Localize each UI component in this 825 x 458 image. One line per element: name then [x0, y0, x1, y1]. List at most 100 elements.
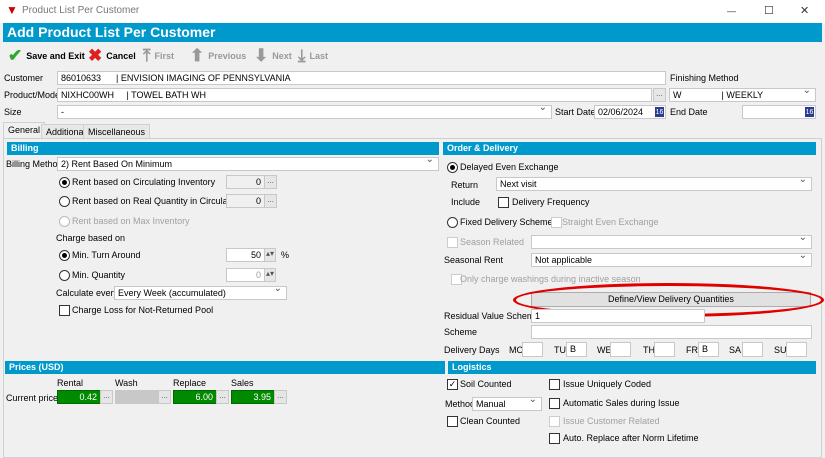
automatic-sales-checkbox[interactable]	[549, 398, 560, 409]
replace-price-input[interactable]: 6.00	[173, 390, 217, 404]
rental-label: Rental	[57, 378, 84, 388]
percent-label: %	[281, 250, 290, 260]
straight-even-exchange-label: Straight Even Exchange	[562, 217, 659, 227]
rent-real-quantity-radio[interactable]	[59, 196, 70, 207]
rent-real-quantity-label: Rent based on Real Quantity in Circulati…	[72, 196, 243, 206]
wash-label: Wash	[115, 378, 138, 388]
last-button[interactable]: ⤓ Last	[298, 43, 328, 68]
min-quantity-spinner[interactable]: ▴▾	[264, 268, 276, 282]
charge-based-label: Charge based on	[56, 233, 126, 243]
customer-input[interactable]: 86010633 | ENVISION IMAGING OF PENNSYLVA…	[57, 71, 666, 85]
issue-uniquely-coded-checkbox[interactable]	[549, 379, 560, 390]
app-icon: ▼	[6, 3, 18, 17]
min-quantity-input[interactable]: 0	[226, 268, 265, 282]
finishing-method-label: Finishing Method	[670, 73, 739, 83]
issue-customer-related-label: Issue Customer Related	[563, 416, 660, 426]
min-quantity-radio[interactable]	[59, 270, 70, 281]
rental-price-button[interactable]: ...	[100, 390, 113, 404]
delivery-days-label: Delivery Days	[444, 345, 500, 355]
return-select[interactable]: Next visit	[496, 174, 812, 191]
product-input[interactable]: NIXHC00WH | TOWEL BATH WH	[57, 88, 652, 102]
day-mo-input[interactable]	[522, 342, 543, 357]
season-related-label: Season Related	[460, 237, 525, 247]
product-lookup-button[interactable]: ...	[653, 88, 666, 102]
rent-circulating-button[interactable]: ...	[264, 175, 277, 189]
min-turn-around-input[interactable]: 50	[226, 248, 265, 262]
arrow-down-icon: ⬇	[254, 45, 269, 65]
min-turn-around-label: Min. Turn Around	[72, 250, 141, 260]
form-title: Add Product List Per Customer	[7, 24, 216, 40]
size-label: Size	[4, 107, 22, 117]
wash-price-input[interactable]	[115, 390, 159, 404]
season-related-checkbox	[447, 237, 458, 248]
method-select[interactable]: Manual	[472, 394, 542, 411]
rent-real-quantity-button[interactable]: ...	[264, 194, 277, 208]
tab-miscellaneous[interactable]: Miscellaneous	[83, 124, 151, 139]
rent-max-inventory-label: Rent based on Max Inventory	[72, 216, 190, 226]
soil-counted-checkbox[interactable]: ✓	[447, 379, 458, 390]
auto-replace-checkbox[interactable]	[549, 433, 560, 444]
current-price-label: Current price	[6, 393, 59, 403]
size-select[interactable]: -	[57, 102, 552, 119]
clean-counted-label: Clean Counted	[460, 416, 521, 426]
next-button[interactable]: ⬇ Next	[254, 43, 292, 68]
finishing-method-select[interactable]: W | WEEKLY	[669, 85, 816, 102]
charge-loss-label: Charge Loss for Not-Returned Pool	[72, 305, 214, 315]
delivery-frequency-checkbox[interactable]	[498, 197, 509, 208]
end-date-label: End Date	[670, 107, 708, 117]
prices-header: Prices (USD)	[5, 361, 445, 374]
delayed-even-exchange-radio[interactable]	[447, 162, 458, 173]
day-we-input[interactable]	[610, 342, 631, 357]
charge-loss-checkbox[interactable]	[59, 305, 70, 316]
delayed-even-exchange-label: Delayed Even Exchange	[460, 162, 559, 172]
replace-price-button[interactable]: ...	[216, 390, 229, 404]
day-sa-input[interactable]	[742, 342, 763, 357]
issue-uniquely-coded-label: Issue Uniquely Coded	[563, 379, 652, 389]
save-label: Save and Exit	[26, 50, 85, 61]
clean-counted-checkbox[interactable]	[447, 416, 458, 427]
save-and-exit-button[interactable]: ✔ Save and Exit	[8, 43, 85, 68]
day-fr-input[interactable]: B	[698, 342, 719, 357]
start-date-calendar-icon[interactable]: 16	[654, 106, 665, 118]
residual-value-input[interactable]: 1	[531, 309, 705, 323]
maximize-button[interactable]: ☐	[764, 4, 774, 18]
scheme-input[interactable]	[531, 325, 812, 339]
tab-general[interactable]: General	[3, 122, 46, 139]
first-button[interactable]: ⤒ First	[143, 43, 174, 68]
customer-label: Customer	[4, 73, 44, 83]
day-su-input[interactable]	[786, 342, 807, 357]
rental-price-input[interactable]: 0.42	[57, 390, 101, 404]
rent-real-quantity-input[interactable]: 0	[226, 194, 265, 208]
rent-circulating-input[interactable]: 0	[226, 175, 265, 189]
soil-counted-label: Soil Counted	[460, 379, 512, 389]
min-turn-around-radio[interactable]	[59, 250, 70, 261]
seasonal-rent-select[interactable]: Not applicable	[531, 250, 812, 267]
seasonal-rent-label: Seasonal Rent	[444, 255, 504, 265]
order-delivery-header: Order & Delivery	[443, 142, 816, 155]
include-label: Include	[451, 197, 481, 207]
wash-price-button[interactable]: ...	[158, 390, 171, 404]
arrow-up-icon: ⬆	[190, 45, 205, 65]
calculate-every-select[interactable]: Every Week (accumulated)	[114, 283, 287, 300]
end-date-calendar-icon[interactable]: 16	[804, 106, 815, 118]
billing-method-select[interactable]: 2) Rent Based On Minimum	[57, 154, 439, 171]
scheme-label: Scheme	[444, 327, 478, 337]
billing-header: Billing	[7, 142, 439, 155]
auto-replace-label: Auto. Replace after Norm Lifetime	[563, 433, 699, 443]
min-turn-around-spinner[interactable]: ▴▾	[264, 248, 276, 262]
day-tu-input[interactable]: B	[566, 342, 587, 357]
close-button[interactable]: ✕	[800, 4, 809, 18]
sales-price-input[interactable]: 3.95	[231, 390, 275, 404]
issue-customer-related-checkbox	[549, 416, 560, 427]
fixed-delivery-radio[interactable]	[447, 217, 458, 228]
check-icon: ✔	[8, 45, 23, 65]
minimize-button[interactable]: —	[727, 4, 736, 18]
season-related-select[interactable]	[531, 232, 812, 249]
previous-button[interactable]: ⬆ Previous	[190, 43, 246, 68]
start-date-label: Start Date	[555, 107, 596, 117]
cancel-button[interactable]: ✖ Cancel	[88, 43, 136, 68]
rent-circulating-radio[interactable]	[59, 177, 70, 188]
day-th-input[interactable]	[654, 342, 675, 357]
sales-price-button[interactable]: ...	[274, 390, 287, 404]
sales-label: Sales	[231, 378, 254, 388]
